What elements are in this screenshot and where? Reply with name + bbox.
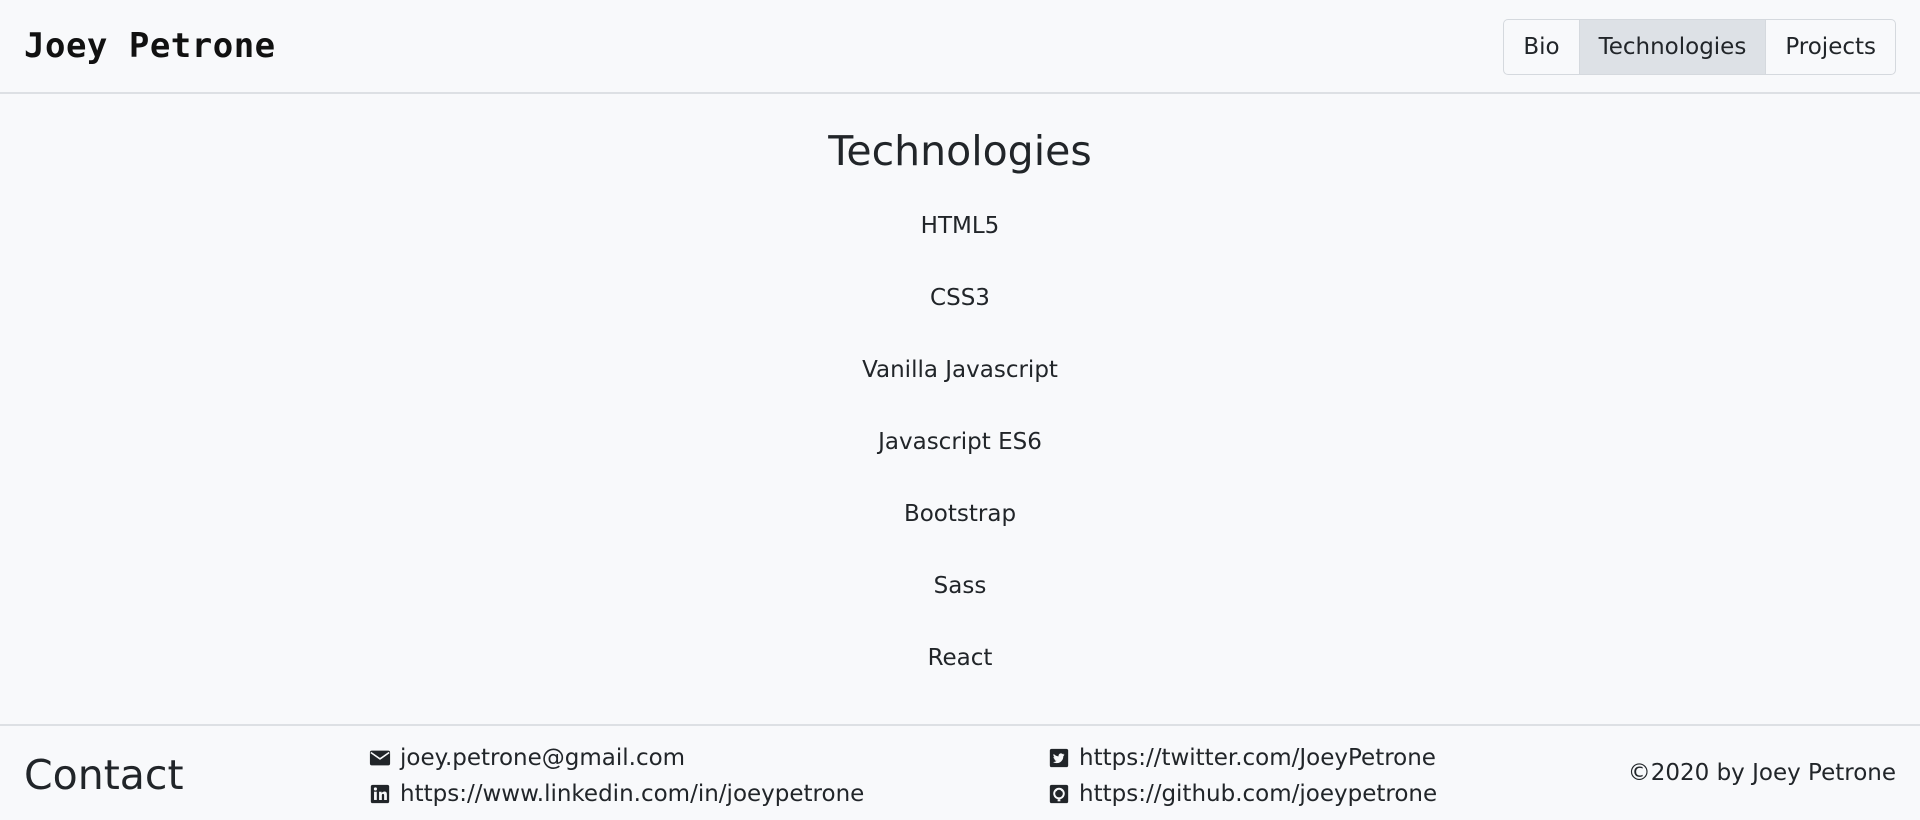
technology-item: Vanilla Javascript [862, 357, 1058, 383]
contact-column-left: joey.petrone@gmail.com https://www.linke… [368, 740, 864, 812]
email-text[interactable]: joey.petrone@gmail.com [400, 745, 685, 771]
technology-item: Bootstrap [903, 501, 1017, 527]
github-icon [1047, 782, 1071, 806]
technologies-section: Technologies HTML5 CSS3 Vanilla Javascri… [0, 96, 1920, 724]
nav-button-group: Bio Technologies Projects [1503, 19, 1896, 75]
copyright-text: ©2020 by Joey Petrone [1627, 760, 1896, 786]
technology-item: Sass [933, 573, 987, 599]
page: Joey Petrone Bio Technologies Projects T… [0, 0, 1920, 820]
technology-item: React [927, 645, 993, 671]
twitter-text[interactable]: https://twitter.com/JoeyPetrone [1079, 745, 1436, 771]
envelope-icon [368, 746, 392, 770]
technology-item: CSS3 [930, 285, 990, 311]
technology-list: HTML5 CSS3 Vanilla Javascript Javascript… [0, 212, 1920, 716]
github-text[interactable]: https://github.com/joeypetrone [1079, 781, 1437, 807]
site-brand[interactable]: Joey Petrone [24, 26, 276, 66]
linkedin-icon [368, 782, 392, 806]
section-title: Technologies [828, 127, 1092, 175]
contact-column-right: https://twitter.com/JoeyPetrone https://… [1047, 740, 1437, 812]
email-link[interactable]: joey.petrone@gmail.com [368, 740, 864, 776]
site-header: Joey Petrone Bio Technologies Projects [0, 0, 1920, 94]
contact-title: Contact [24, 751, 184, 799]
technology-item: HTML5 [920, 213, 1000, 239]
nav-projects-button[interactable]: Projects [1766, 20, 1895, 74]
technology-item: Javascript ES6 [878, 429, 1042, 455]
site-footer: Contact joey.petrone@gmail.com https://w… [0, 724, 1920, 820]
twitter-link[interactable]: https://twitter.com/JoeyPetrone [1047, 740, 1437, 776]
nav-bio-button[interactable]: Bio [1504, 20, 1580, 74]
nav-technologies-button[interactable]: Technologies [1579, 20, 1767, 74]
linkedin-link[interactable]: https://www.linkedin.com/in/joeypetrone [368, 776, 864, 812]
twitter-icon [1047, 746, 1071, 770]
linkedin-text[interactable]: https://www.linkedin.com/in/joeypetrone [400, 781, 864, 807]
github-link[interactable]: https://github.com/joeypetrone [1047, 776, 1437, 812]
